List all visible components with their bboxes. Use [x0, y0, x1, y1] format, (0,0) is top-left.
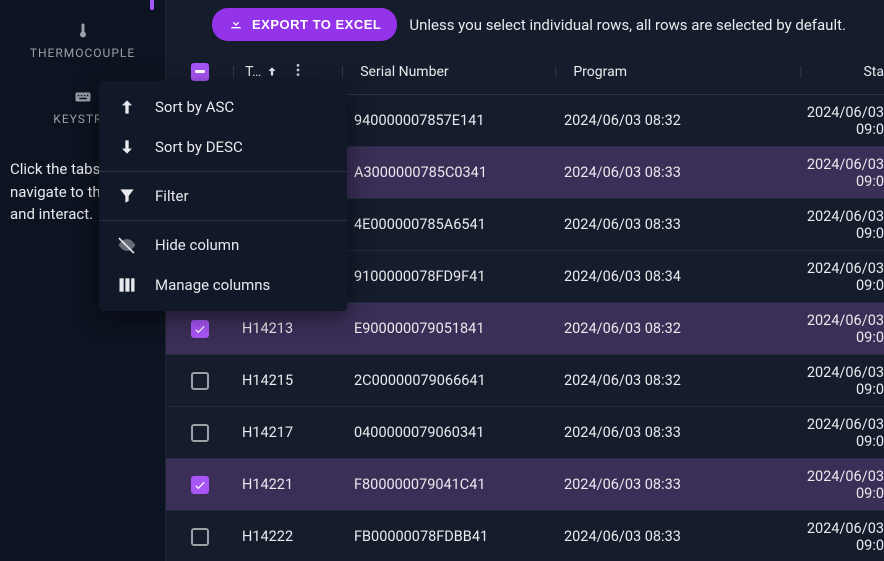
eye-off-icon — [117, 235, 137, 255]
row-checkbox[interactable] — [191, 528, 209, 546]
column-header-tag[interactable]: T… — [241, 62, 335, 82]
cell-start: 2024/06/03 09:0 — [796, 312, 884, 346]
toolbar: EXPORT TO EXCEL Unless you select indivi… — [166, 2, 884, 49]
row-checkbox[interactable] — [191, 424, 209, 442]
cell-serial: FB00000078FDBB41 — [344, 528, 542, 545]
cell-serial: A3000000785C0341 — [344, 164, 542, 181]
row-checkbox-cell[interactable] — [174, 424, 226, 442]
row-checkbox-cell[interactable] — [174, 528, 226, 546]
menu-item-label: Sort by DESC — [155, 138, 243, 156]
selection-hint: Unless you select individual rows, all r… — [409, 16, 846, 34]
menu-item-label: Manage columns — [155, 276, 270, 294]
column-separator: | — [548, 64, 563, 80]
column-header-label: T… — [245, 64, 261, 80]
row-checkbox-cell[interactable] — [174, 320, 226, 338]
cell-tag: H14215 — [238, 372, 332, 389]
cell-serial: 4E000000785A6541 — [344, 216, 542, 233]
arrow-down-icon — [117, 137, 137, 157]
cell-tag: H14222 — [238, 528, 332, 545]
row-checkbox-cell[interactable] — [174, 476, 226, 494]
column-separator: | — [793, 64, 808, 80]
menu-separator — [99, 220, 347, 221]
cell-serial: 9100000078FD9F41 — [344, 268, 542, 285]
columns-icon — [117, 275, 137, 295]
cell-start: 2024/06/03 09:0 — [796, 208, 884, 242]
cell-program: 2024/06/03 08:32 — [554, 372, 784, 389]
column-separator: | — [226, 64, 241, 80]
sidebar-item-thermocouple[interactable]: THERMOCOUPLE — [0, 0, 165, 78]
cell-tag: H14217 — [238, 424, 332, 441]
menu-hide-column[interactable]: Hide column — [99, 225, 347, 265]
table-row[interactable]: H14217 0400000079060341 2024/06/03 08:33 20… — [166, 407, 884, 459]
arrow-up-icon — [265, 65, 279, 79]
cell-program: 2024/06/03 08:33 — [554, 476, 784, 493]
menu-sort-asc[interactable]: Sort by ASC — [99, 87, 347, 127]
cell-serial: 0400000079060341 — [344, 424, 542, 441]
cell-start: 2024/06/03 09:0 — [796, 520, 884, 554]
export-button-label: EXPORT TO EXCEL — [252, 17, 381, 32]
thermometer-icon — [74, 22, 92, 40]
cell-start: 2024/06/03 09:0 — [796, 260, 884, 294]
active-indicator — [150, 0, 154, 10]
column-header-program[interactable]: Program — [563, 64, 793, 80]
cell-serial: F800000079041C41 — [344, 476, 542, 493]
table-row[interactable]: H14221 F800000079041C41 2024/06/03 08:33 20… — [166, 459, 884, 511]
cell-serial: E900000079051841 — [344, 320, 542, 337]
row-checkbox[interactable] — [191, 476, 209, 494]
cell-tag: H14213 — [238, 320, 332, 337]
export-to-excel-button[interactable]: EXPORT TO EXCEL — [212, 8, 397, 41]
column-header-label: Program — [573, 64, 627, 80]
cell-start: 2024/06/03 09:0 — [796, 364, 884, 398]
menu-item-label: Filter — [155, 187, 189, 205]
row-checkbox[interactable] — [191, 320, 209, 338]
column-menu-button[interactable] — [290, 62, 306, 82]
menu-manage-columns[interactable]: Manage columns — [99, 265, 347, 305]
cell-serial: 2C00000079066641 — [344, 372, 542, 389]
column-header-start[interactable]: Sta — [808, 64, 884, 80]
column-header-label: Serial Number — [360, 64, 448, 80]
cell-program: 2024/06/03 08:33 — [554, 424, 784, 441]
cell-start: 2024/06/03 09:0 — [796, 156, 884, 190]
cell-program: 2024/06/03 08:33 — [554, 528, 784, 545]
menu-item-label: Sort by ASC — [155, 98, 234, 116]
row-checkbox-cell[interactable] — [174, 372, 226, 390]
cell-tag: H14221 — [238, 476, 332, 493]
cell-program: 2024/06/03 08:34 — [554, 268, 784, 285]
menu-separator — [99, 171, 347, 172]
filter-icon — [117, 186, 137, 206]
select-all-checkbox[interactable] — [191, 63, 209, 81]
table-row[interactable]: H14222 FB00000078FDBB41 2024/06/03 08:33 20… — [166, 511, 884, 561]
header-select-all[interactable] — [174, 63, 226, 81]
row-checkbox[interactable] — [191, 372, 209, 390]
column-separator: | — [335, 64, 350, 80]
sidebar-item-label: THERMOCOUPLE — [30, 46, 135, 60]
cell-program: 2024/06/03 08:33 — [554, 164, 784, 181]
cell-start: 2024/06/03 09:0 — [796, 416, 884, 450]
menu-filter[interactable]: Filter — [99, 176, 347, 216]
column-header-label: Sta — [863, 64, 884, 80]
keyboard-icon — [74, 88, 92, 106]
cell-program: 2024/06/03 08:32 — [554, 320, 784, 337]
cell-program: 2024/06/03 08:33 — [554, 216, 784, 233]
arrow-up-icon — [117, 97, 137, 117]
cell-program: 2024/06/03 08:32 — [554, 112, 784, 129]
column-menu: Sort by ASC Sort by DESC Filter Hide col… — [99, 81, 347, 311]
download-icon — [228, 15, 244, 34]
cell-serial: 940000007857E141 — [344, 112, 542, 129]
menu-sort-desc[interactable]: Sort by DESC — [99, 127, 347, 167]
table-row[interactable]: H14215 2C00000079066641 2024/06/03 08:32 20… — [166, 355, 884, 407]
cell-start: 2024/06/03 09:0 — [796, 468, 884, 502]
cell-start: 2024/06/03 09:0 — [796, 104, 884, 138]
column-header-serial[interactable]: Serial Number — [350, 64, 548, 80]
menu-item-label: Hide column — [155, 236, 239, 254]
